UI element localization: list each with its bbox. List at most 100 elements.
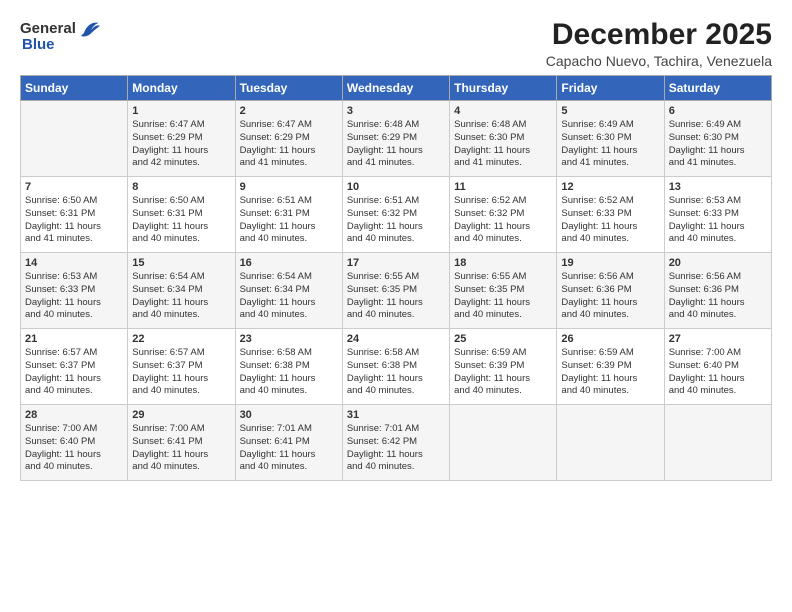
cell-w2-d7: 13Sunrise: 6:53 AM Sunset: 6:33 PM Dayli…	[664, 177, 771, 253]
cell-info: Sunrise: 7:00 AM Sunset: 6:40 PM Dayligh…	[25, 423, 123, 474]
cell-info: Sunrise: 6:55 AM Sunset: 6:35 PM Dayligh…	[454, 271, 552, 322]
cell-w3-d4: 17 Sunrise: 6:55 AM Sunset: 6:35 PM Dayli…	[342, 253, 449, 329]
logo-blue: Blue	[22, 36, 55, 54]
cell-info: Sunrise: 6:53 AM Sunset: 6:33 PM Dayligh…	[25, 271, 123, 322]
cell-info: Sunrise: 6:57 AM Sunset: 6:37 PM Dayligh…	[25, 347, 123, 398]
cell-info: Sunrise: 7:01 AM Sunset: 6:41 PM Dayligh…	[240, 423, 338, 474]
cell-w4-d1: 21 Sunrise: 6:57 AM Sunset: 6:37 PM Dayli…	[21, 329, 128, 405]
day-number: 22	[132, 333, 230, 345]
cell-w5-d2: 29Sunrise: 7:00 AM Sunset: 6:41 PM Dayli…	[128, 405, 235, 481]
day-number: 24	[347, 333, 445, 345]
cell-w3-d3: 16 Sunrise: 6:54 AM Sunset: 6:34 PM Dayli…	[235, 253, 342, 329]
cell-info: Sunrise: 6:54 AM Sunset: 6:34 PM Dayligh…	[240, 271, 338, 322]
cell-info: Sunrise: 6:58 AM Sunset: 6:38 PM Dayligh…	[240, 347, 338, 398]
calendar-page: General Blue December 2025 Capacho Nuevo…	[0, 0, 792, 612]
cell-w2-d4: 10Sunrise: 6:51 AM Sunset: 6:32 PM Dayli…	[342, 177, 449, 253]
cell-w4-d4: 24 Sunrise: 6:58 AM Sunset: 6:38 PM Dayli…	[342, 329, 449, 405]
cell-info: Sunrise: 6:47 AM Sunset: 6:29 PM Dayligh…	[132, 119, 230, 170]
cell-info: Sunrise: 6:49 AM Sunset: 6:30 PM Dayligh…	[561, 119, 659, 170]
week-row-4: 21 Sunrise: 6:57 AM Sunset: 6:37 PM Dayli…	[21, 329, 772, 405]
cell-w3-d6: 19 Sunrise: 6:56 AM Sunset: 6:36 PM Dayli…	[557, 253, 664, 329]
day-number: 12	[561, 181, 659, 193]
day-number: 15	[132, 257, 230, 269]
cell-w4-d7: 27 Sunrise: 7:00 AM Sunset: 6:40 PM Dayli…	[664, 329, 771, 405]
cell-info: Sunrise: 6:48 AM Sunset: 6:29 PM Dayligh…	[347, 119, 445, 170]
cell-w3-d7: 20Sunrise: 6:56 AM Sunset: 6:36 PM Dayli…	[664, 253, 771, 329]
month-title: December 2025	[546, 18, 772, 51]
day-number: 14	[25, 257, 123, 269]
cell-w3-d1: 14 Sunrise: 6:53 AM Sunset: 6:33 PM Dayli…	[21, 253, 128, 329]
cell-info: Sunrise: 6:48 AM Sunset: 6:30 PM Dayligh…	[454, 119, 552, 170]
day-number: 2	[240, 105, 338, 117]
header-row: Sunday Monday Tuesday Wednesday Thursday…	[21, 76, 772, 101]
cell-w1-d5: 4Sunrise: 6:48 AM Sunset: 6:30 PM Daylig…	[450, 101, 557, 177]
logo: General Blue	[20, 18, 100, 54]
cell-info: Sunrise: 6:49 AM Sunset: 6:30 PM Dayligh…	[669, 119, 767, 170]
cell-w3-d5: 18 Sunrise: 6:55 AM Sunset: 6:35 PM Dayli…	[450, 253, 557, 329]
cell-w2-d6: 12 Sunrise: 6:52 AM Sunset: 6:33 PM Dayli…	[557, 177, 664, 253]
cell-info: Sunrise: 6:52 AM Sunset: 6:32 PM Dayligh…	[454, 195, 552, 246]
cell-w3-d2: 15 Sunrise: 6:54 AM Sunset: 6:34 PM Dayli…	[128, 253, 235, 329]
header: General Blue December 2025 Capacho Nuevo…	[20, 18, 772, 69]
col-wednesday: Wednesday	[342, 76, 449, 101]
cell-info: Sunrise: 6:51 AM Sunset: 6:31 PM Dayligh…	[240, 195, 338, 246]
col-friday: Friday	[557, 76, 664, 101]
day-number: 31	[347, 409, 445, 421]
title-block: December 2025 Capacho Nuevo, Tachira, Ve…	[546, 18, 772, 69]
cell-info: Sunrise: 7:01 AM Sunset: 6:42 PM Dayligh…	[347, 423, 445, 474]
day-number: 11	[454, 181, 552, 193]
day-number: 20	[669, 257, 767, 269]
cell-w5-d6	[557, 405, 664, 481]
cell-w4-d2: 22 Sunrise: 6:57 AM Sunset: 6:37 PM Dayli…	[128, 329, 235, 405]
cell-info: Sunrise: 6:50 AM Sunset: 6:31 PM Dayligh…	[132, 195, 230, 246]
cell-info: Sunrise: 6:58 AM Sunset: 6:38 PM Dayligh…	[347, 347, 445, 398]
calendar-table: Sunday Monday Tuesday Wednesday Thursday…	[20, 75, 772, 481]
cell-w4-d3: 23 Sunrise: 6:58 AM Sunset: 6:38 PM Dayli…	[235, 329, 342, 405]
cell-w1-d2: 1Sunrise: 6:47 AM Sunset: 6:29 PM Daylig…	[128, 101, 235, 177]
cell-w4-d5: 25Sunrise: 6:59 AM Sunset: 6:39 PM Dayli…	[450, 329, 557, 405]
day-number: 16	[240, 257, 338, 269]
cell-w2-d1: 7 Sunrise: 6:50 AM Sunset: 6:31 PM Daylig…	[21, 177, 128, 253]
col-thursday: Thursday	[450, 76, 557, 101]
cell-info: Sunrise: 7:00 AM Sunset: 6:40 PM Dayligh…	[669, 347, 767, 398]
cell-w1-d4: 3 Sunrise: 6:48 AM Sunset: 6:29 PM Daylig…	[342, 101, 449, 177]
cell-info: Sunrise: 6:52 AM Sunset: 6:33 PM Dayligh…	[561, 195, 659, 246]
week-row-2: 7 Sunrise: 6:50 AM Sunset: 6:31 PM Daylig…	[21, 177, 772, 253]
col-sunday: Sunday	[21, 76, 128, 101]
day-number: 13	[669, 181, 767, 193]
day-number: 27	[669, 333, 767, 345]
cell-w1-d3: 2Sunrise: 6:47 AM Sunset: 6:29 PM Daylig…	[235, 101, 342, 177]
day-number: 3	[347, 105, 445, 117]
day-number: 21	[25, 333, 123, 345]
day-number: 23	[240, 333, 338, 345]
day-number: 19	[561, 257, 659, 269]
day-number: 6	[669, 105, 767, 117]
day-number: 25	[454, 333, 552, 345]
day-number: 17	[347, 257, 445, 269]
cell-info: Sunrise: 6:57 AM Sunset: 6:37 PM Dayligh…	[132, 347, 230, 398]
day-number: 10	[347, 181, 445, 193]
cell-info: Sunrise: 6:54 AM Sunset: 6:34 PM Dayligh…	[132, 271, 230, 322]
logo-icon	[78, 18, 100, 40]
cell-w1-d6: 5Sunrise: 6:49 AM Sunset: 6:30 PM Daylig…	[557, 101, 664, 177]
cell-info: Sunrise: 6:50 AM Sunset: 6:31 PM Dayligh…	[25, 195, 123, 246]
day-number: 7	[25, 181, 123, 193]
week-row-1: 1Sunrise: 6:47 AM Sunset: 6:29 PM Daylig…	[21, 101, 772, 177]
cell-info: Sunrise: 7:00 AM Sunset: 6:41 PM Dayligh…	[132, 423, 230, 474]
cell-info: Sunrise: 6:55 AM Sunset: 6:35 PM Dayligh…	[347, 271, 445, 322]
day-number: 18	[454, 257, 552, 269]
cell-w2-d3: 9Sunrise: 6:51 AM Sunset: 6:31 PM Daylig…	[235, 177, 342, 253]
cell-w5-d4: 31 Sunrise: 7:01 AM Sunset: 6:42 PM Dayli…	[342, 405, 449, 481]
cell-w4-d6: 26Sunrise: 6:59 AM Sunset: 6:39 PM Dayli…	[557, 329, 664, 405]
col-tuesday: Tuesday	[235, 76, 342, 101]
week-row-5: 28Sunrise: 7:00 AM Sunset: 6:40 PM Dayli…	[21, 405, 772, 481]
cell-w5-d1: 28Sunrise: 7:00 AM Sunset: 6:40 PM Dayli…	[21, 405, 128, 481]
cell-w1-d1	[21, 101, 128, 177]
cell-w5-d7	[664, 405, 771, 481]
day-number: 30	[240, 409, 338, 421]
day-number: 26	[561, 333, 659, 345]
cell-w2-d5: 11 Sunrise: 6:52 AM Sunset: 6:32 PM Dayli…	[450, 177, 557, 253]
col-saturday: Saturday	[664, 76, 771, 101]
cell-info: Sunrise: 6:56 AM Sunset: 6:36 PM Dayligh…	[561, 271, 659, 322]
cell-w2-d2: 8Sunrise: 6:50 AM Sunset: 6:31 PM Daylig…	[128, 177, 235, 253]
